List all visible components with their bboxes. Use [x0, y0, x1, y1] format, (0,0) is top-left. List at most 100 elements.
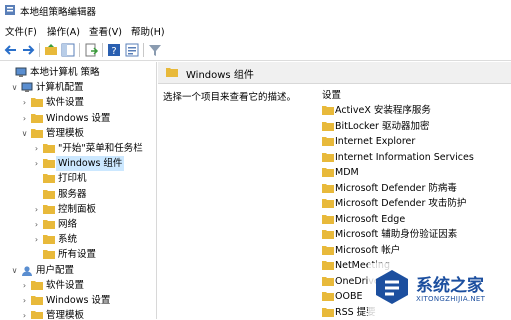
tree-item-label: 服务器 — [58, 188, 87, 200]
folder-icon — [166, 68, 178, 77]
toolbar-separator — [39, 43, 40, 57]
tree-item[interactable]: 所有设置 — [0, 247, 156, 262]
collapse-chevron-icon[interactable]: ∨ — [10, 80, 19, 95]
tree-item[interactable]: › 管理模板 — [0, 308, 156, 319]
folder-icon — [322, 307, 334, 317]
list-item-label: Microsoft Edge — [335, 213, 406, 225]
toolbar: ? — [0, 40, 511, 61]
toolbar-separator — [143, 43, 144, 57]
list-item-label: MDM — [335, 167, 359, 178]
folder-icon — [322, 168, 334, 177]
expand-chevron-icon[interactable]: › — [32, 232, 41, 247]
folder-icon — [322, 183, 334, 193]
tree-pane: 本地计算机 策略 ∨ 计算机配置 › 软件设置 › Windows 设置 ∨ 管理模板 › "开始"… — [0, 62, 157, 319]
tree-item-label: 管理模板 — [46, 127, 85, 139]
toolbar-separator — [102, 43, 103, 57]
tree-item[interactable]: ∨ 计算机配置 — [0, 80, 156, 95]
folder-icon — [322, 276, 334, 286]
folder-icon — [43, 159, 55, 169]
description-text: 选择一个项目来查看它的描述。 — [163, 92, 297, 103]
watermark-name: 系统之家 — [416, 276, 484, 296]
tree-item-label: 本地计算机 策略 — [30, 67, 100, 78]
tree-item[interactable]: ∨ 管理模板 — [0, 126, 156, 141]
tree-item[interactable]: ∨ 用户配置 — [0, 263, 156, 278]
tree-item-label: 软件设置 — [46, 279, 85, 291]
back-arrow-icon[interactable] — [3, 42, 19, 58]
folder-icon — [31, 113, 43, 123]
show-hide-tree-icon[interactable] — [60, 42, 76, 58]
list-item-label: ActiveX 安装程序服务 — [335, 105, 431, 116]
folder-icon — [322, 230, 334, 239]
folder-icon — [322, 292, 334, 301]
watermark-url: XITONGZHIJIA.NET — [416, 295, 486, 303]
tree-item[interactable]: 本地计算机 策略 — [0, 65, 156, 80]
tree-item[interactable]: › "开始"菜单和任务栏 — [0, 141, 156, 156]
collapse-chevron-icon[interactable]: ∨ — [20, 126, 29, 141]
expand-chevron-icon[interactable]: › — [32, 202, 41, 217]
expand-chevron-icon[interactable]: › — [20, 278, 29, 293]
expand-chevron-icon[interactable]: › — [20, 95, 29, 110]
expand-chevron-icon[interactable]: › — [32, 141, 41, 156]
list-item-label: Microsoft Defender 防病毒 — [335, 182, 457, 194]
column-header-settings[interactable]: 设置 — [322, 87, 341, 101]
watermark: 系统之家 XITONGZHIJIA.NET — [368, 263, 511, 319]
tree-item[interactable]: › Windows 设置 — [0, 293, 156, 308]
expand-chevron-icon[interactable]: › — [20, 293, 29, 308]
tree-item[interactable]: › 控制面板 — [0, 202, 156, 217]
tree-item[interactable]: › 系统 — [0, 232, 156, 247]
tree-item-label: Windows 设置 — [46, 112, 111, 124]
folder-icon — [322, 137, 334, 146]
properties-icon[interactable] — [124, 42, 140, 58]
menu-bar: 文件(F) 操作(A) 查看(V) 帮助(H) — [0, 21, 511, 39]
filter-icon[interactable] — [147, 42, 163, 58]
tree-item-label: 网络 — [58, 219, 78, 230]
forward-arrow-icon[interactable] — [20, 42, 36, 58]
toolbar-separator — [79, 43, 80, 57]
help-icon[interactable]: ? — [106, 42, 122, 58]
list-item-label: Microsoft 辅助身份验证因素 — [335, 229, 458, 240]
tree-item[interactable]: 服务器 — [0, 187, 156, 202]
tree-item-label: 计算机配置 — [36, 82, 84, 94]
list-item-label: Internet Explorer — [335, 136, 416, 147]
list-item-label: OOBE — [335, 291, 363, 302]
tree-item[interactable]: › 软件设置 — [0, 95, 156, 110]
svg-text:?: ? — [111, 46, 116, 57]
menu-view[interactable]: 查看(V) — [89, 24, 122, 38]
user-icon — [22, 265, 32, 276]
menu-file[interactable]: 文件(F) — [5, 24, 37, 38]
folder-icon — [43, 144, 55, 153]
details-title: Windows 组件 — [186, 70, 254, 81]
tree-item-label: "开始"菜单和任务栏 — [58, 143, 143, 154]
folder-icon — [31, 280, 43, 290]
folder-icon — [43, 174, 55, 184]
folder-icon — [322, 152, 334, 162]
export-list-icon[interactable] — [83, 42, 99, 58]
tree-item[interactable]: › 网络 — [0, 217, 156, 232]
collapse-chevron-icon[interactable]: ∨ — [10, 263, 19, 278]
folder-icon — [43, 220, 55, 229]
tree-item[interactable]: › 软件设置 — [0, 278, 156, 293]
window-title: 本地组策略编辑器 — [20, 7, 97, 18]
tree-item-label: 管理模板 — [46, 310, 85, 319]
xitongzhijia-logo-icon — [376, 270, 408, 304]
expand-chevron-icon[interactable]: › — [32, 217, 41, 232]
folder-icon — [322, 121, 334, 131]
tree-item[interactable]: › Windows 设置 — [0, 111, 156, 126]
folder-icon — [31, 311, 43, 319]
menu-help[interactable]: 帮助(H) — [131, 24, 165, 38]
tree-item[interactable]: 打印机 — [0, 171, 156, 186]
tree-item-label: 软件设置 — [46, 97, 85, 109]
tree-item[interactable]: › Windows 组件 — [0, 156, 156, 172]
folder-icon — [43, 204, 55, 214]
menu-action[interactable]: 操作(A) — [47, 24, 80, 38]
expand-chevron-icon[interactable]: › — [20, 111, 29, 126]
title-bar: 本地组策略编辑器 — [0, 0, 511, 20]
expand-chevron-icon[interactable]: › — [20, 308, 29, 319]
expand-chevron-icon[interactable]: › — [32, 156, 41, 171]
folder-up-icon[interactable] — [43, 42, 59, 58]
tree-item-label: Windows 设置 — [46, 295, 111, 306]
list-item-label: Microsoft 帐户 — [335, 244, 401, 256]
